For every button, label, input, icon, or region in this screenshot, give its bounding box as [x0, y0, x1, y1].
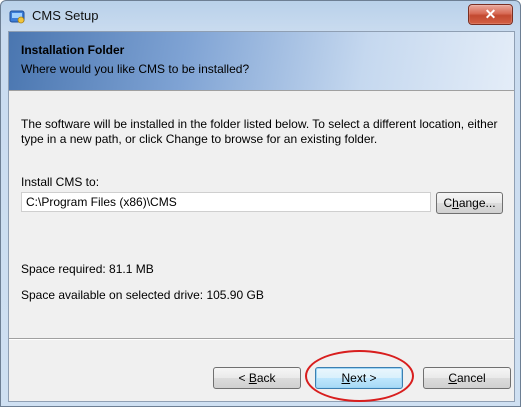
change-label-end: ange... [458, 196, 496, 210]
cancel-label-rest: ancel [456, 371, 486, 385]
dialog-content: Installation Folder Where would you like… [8, 31, 515, 402]
back-prefix: < [238, 371, 249, 385]
close-button[interactable]: ✕ [468, 4, 513, 25]
back-label-rest: ack [256, 371, 276, 385]
install-path-input[interactable] [21, 192, 431, 212]
cancel-button[interactable]: Cancel [423, 367, 511, 389]
page-title: Installation Folder [21, 43, 125, 57]
space-available: Space available on selected drive: 105.9… [21, 288, 264, 302]
install-description: The software will be installed in the fo… [21, 117, 498, 146]
setup-app-icon [9, 10, 25, 24]
footer-divider [9, 338, 514, 340]
change-accel-key: h [452, 196, 459, 210]
space-required: Space required: 81.1 MB [21, 262, 154, 276]
back-button[interactable]: < Back [213, 367, 301, 389]
title-bar[interactable]: CMS Setup ✕ [1, 1, 520, 31]
setup-window: CMS Setup ✕ Installation Folder Where wo… [0, 0, 521, 407]
page-subtitle: Where would you like CMS to be installed… [21, 62, 250, 76]
change-button[interactable]: Change... [436, 192, 503, 214]
install-location-label: Install CMS to: [21, 175, 100, 189]
window-title: CMS Setup [32, 8, 99, 23]
back-accel-key: B [248, 371, 257, 385]
cancel-accel-key: C [448, 371, 457, 385]
next-highlight-annotation [305, 350, 414, 402]
close-icon: ✕ [484, 6, 497, 22]
change-label-start: C [443, 196, 453, 210]
header-banner: Installation Folder Where would you like… [9, 32, 514, 91]
